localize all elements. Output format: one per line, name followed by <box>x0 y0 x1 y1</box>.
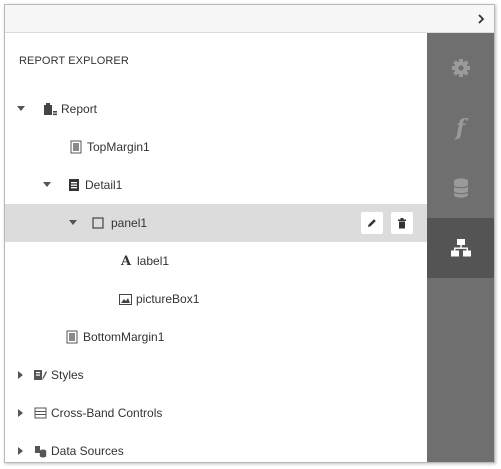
margin-band-icon <box>65 318 79 356</box>
report-explorer-window: REPORT EXPLORER Report TopMargin1 Detail… <box>4 4 495 463</box>
detail-band-icon <box>67 166 81 204</box>
tree-node-cross-band-controls[interactable]: Cross-Band Controls <box>5 394 427 432</box>
tree-node-label1[interactable]: A label1 <box>5 242 427 280</box>
tree-node-detail1[interactable]: Detail1 <box>5 166 427 204</box>
tree-node-label: BottomMargin1 <box>83 330 165 344</box>
styles-icon <box>33 356 47 394</box>
caret-down-icon[interactable] <box>67 204 79 242</box>
caret-right-icon[interactable] <box>15 356 27 394</box>
caret-right-icon[interactable] <box>15 394 27 432</box>
picture-icon <box>118 280 132 318</box>
caret-down-icon[interactable] <box>15 90 27 128</box>
caret-down-icon[interactable] <box>41 166 53 204</box>
tab-field-list[interactable] <box>427 158 494 218</box>
report-explorer-panel: REPORT EXPLORER Report TopMargin1 Detail… <box>5 33 427 462</box>
collapse-panel-button[interactable] <box>472 9 490 29</box>
tree-node-report[interactable]: Report <box>5 90 427 128</box>
tree-node-label: panel1 <box>111 216 148 230</box>
panel-title: REPORT EXPLORER <box>19 55 129 67</box>
tree-node-label: Data Sources <box>51 444 124 458</box>
data-sources-icon <box>33 432 47 462</box>
tree-node-label: Detail1 <box>85 178 123 192</box>
tab-sidebar: f <box>427 33 494 462</box>
tree-node-topmargin1[interactable]: TopMargin1 <box>5 128 427 166</box>
caret-right-icon[interactable] <box>15 432 27 462</box>
label-icon: A <box>120 253 132 269</box>
top-bar <box>5 5 494 33</box>
database-icon <box>453 178 468 198</box>
gear-icon <box>451 59 470 77</box>
node-actions <box>361 212 413 234</box>
tree-node-bottommargin1[interactable]: BottomMargin1 <box>5 318 427 356</box>
tree-node-styles[interactable]: Styles <box>5 356 427 394</box>
tree-node-label: Cross-Band Controls <box>51 406 163 420</box>
tab-expressions[interactable]: f <box>427 98 494 158</box>
tree-node-label: label1 <box>137 254 170 268</box>
tab-report-explorer[interactable] <box>427 218 494 278</box>
pencil-icon <box>368 219 376 227</box>
tree-node-label: Report <box>61 102 98 116</box>
report-icon <box>43 90 57 128</box>
hierarchy-icon <box>450 239 471 257</box>
margin-band-icon <box>69 128 83 166</box>
trash-icon <box>398 217 406 228</box>
function-icon: f <box>455 115 466 141</box>
cross-band-icon <box>33 394 47 432</box>
chevron-right-icon <box>478 14 485 24</box>
delete-button[interactable] <box>391 212 413 234</box>
tab-properties[interactable] <box>427 38 494 98</box>
tree-node-label: pictureBox1 <box>136 292 200 306</box>
tree-node-panel1[interactable]: panel1 <box>5 204 427 242</box>
tree-node-label: TopMargin1 <box>87 140 150 154</box>
report-tree: Report TopMargin1 Detail1 panel1 A label… <box>5 90 427 462</box>
tree-node-data-sources[interactable]: Data Sources <box>5 432 427 462</box>
panel-icon <box>91 204 105 242</box>
tree-node-label: Styles <box>51 368 84 382</box>
tree-node-picturebox1[interactable]: pictureBox1 <box>5 280 427 318</box>
edit-button[interactable] <box>361 212 383 234</box>
